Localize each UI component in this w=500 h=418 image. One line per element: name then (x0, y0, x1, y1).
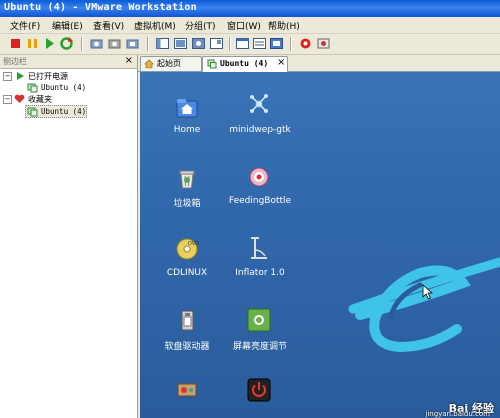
desktop-icon-label: Inflator 1.0 (235, 268, 285, 278)
sidebar-close-button[interactable]: × (125, 55, 133, 66)
reset-icon[interactable] (59, 36, 74, 51)
menu-bar: 文件(F) 编辑(E) 查看(V) 虚拟机(M) 分组(T) 窗口(W) 帮助(… (0, 17, 500, 34)
tab-home[interactable]: 起始页 (140, 56, 202, 71)
svg-text:DVD: DVD (188, 241, 199, 247)
power-off-icon[interactable] (8, 36, 23, 51)
desktop-icon-label: Home (173, 125, 201, 135)
summary-view-icon[interactable] (252, 36, 267, 51)
desktop-icon-label: 垃圾箱 (173, 199, 201, 209)
feeding-bottle-icon[interactable] (247, 165, 271, 189)
vm-icon (27, 83, 38, 93)
trash-icon[interactable] (175, 166, 199, 190)
sidebar-group-powered-on[interactable]: − 已打开电源 (0, 71, 137, 82)
vm-icon (207, 59, 217, 69)
tab-bar: 起始页 Ubuntu (4) × (138, 55, 500, 72)
power-on-icon[interactable] (42, 36, 57, 51)
cdlinux-logo (348, 257, 500, 353)
record-icon[interactable] (298, 36, 313, 51)
menu-help[interactable]: 帮助(H) (268, 19, 300, 32)
menu-vm[interactable]: 虚拟机(M) (134, 19, 176, 32)
toolbar (0, 34, 500, 55)
sidebar-group-label: 已打开电源 (28, 72, 68, 81)
heart-icon (14, 94, 25, 103)
toolbar-separator (229, 37, 231, 51)
quick-switch-icon[interactable] (173, 36, 188, 51)
revert-snapshot-icon[interactable] (107, 36, 122, 51)
toolbar-separator (290, 37, 292, 51)
show-sidebar-icon[interactable] (155, 36, 170, 51)
menu-view[interactable]: 查看(V) (93, 19, 124, 32)
toolbar-separator (81, 37, 83, 51)
inflator-icon[interactable] (247, 236, 271, 260)
snapshot-manager-icon[interactable] (125, 36, 140, 51)
toolbar-separator (147, 37, 149, 51)
window-title: Ubuntu (4) - VMware Workstation (4, 2, 197, 13)
sidebar-header: 侧边栏 × (0, 55, 137, 69)
desktop-icon-label: 软盘驱动器 (164, 342, 210, 352)
wifi-tool-icon[interactable] (247, 92, 271, 116)
sidebar-group-label: 收藏夹 (28, 95, 52, 104)
baidu-watermark-url: jingyan.baidu.com (425, 410, 490, 418)
settings-tool-icon[interactable] (175, 378, 199, 402)
unity-mode-icon[interactable] (209, 36, 224, 51)
menu-file[interactable]: 文件(F) (10, 19, 40, 32)
menu-window[interactable]: 窗口(W) (227, 19, 261, 32)
collapse-toggle[interactable]: − (3, 72, 12, 81)
snapshot-icon[interactable] (89, 36, 104, 51)
menu-group[interactable]: 分组(T) (185, 19, 216, 32)
tab-close-button[interactable]: × (277, 57, 285, 68)
collapse-toggle[interactable]: − (3, 95, 12, 104)
desktop-icon-label: minidwep-gtk (229, 125, 291, 135)
suspend-icon[interactable] (25, 36, 40, 51)
sidebar-item-label: Ubuntu (4) (41, 83, 87, 92)
sidebar: 侧边栏 × − 已打开电源 Ubuntu (4) − 收藏夹 Ubuntu (4… (0, 55, 138, 418)
power-icon[interactable] (247, 378, 271, 402)
brightness-icon[interactable] (247, 308, 271, 332)
vm-desktop[interactable]: Home 垃圾箱 DVD CDLINUX 软盘驱动器 minidwep-gtk … (140, 72, 500, 418)
appliance-view-icon[interactable] (269, 36, 284, 51)
tab-ubuntu[interactable]: Ubuntu (4) × (202, 56, 288, 72)
sidebar-item-ubuntu-powered[interactable]: Ubuntu (4) (0, 82, 137, 93)
dvd-icon[interactable]: DVD (175, 237, 199, 261)
desktop-icon-label: FeedingBottle (228, 196, 292, 206)
tab-home-label: 起始页 (157, 59, 181, 68)
title-bar: Ubuntu (4) - VMware Workstation (0, 0, 500, 17)
desktop-icon-label: 屏幕亮度调节 (232, 342, 287, 352)
desktop-icon-label: CDLINUX (166, 268, 208, 278)
floppy-drive-icon[interactable] (175, 308, 199, 332)
console-view-icon[interactable] (235, 36, 250, 51)
menu-edit[interactable]: 编辑(E) (52, 19, 83, 32)
home-folder-icon[interactable] (175, 96, 199, 120)
mouse-cursor-icon (422, 284, 434, 300)
sidebar-group-favorites[interactable]: − 收藏夹 (0, 94, 137, 105)
full-screen-icon[interactable] (191, 36, 206, 51)
tab-ubuntu-label: Ubuntu (4) (220, 59, 269, 68)
sidebar-title: 侧边栏 (3, 57, 27, 66)
vm-icon (27, 107, 38, 117)
play-icon (17, 72, 24, 80)
sidebar-item-label: Ubuntu (4) (41, 107, 87, 116)
home-icon (144, 59, 154, 69)
sidebar-item-ubuntu-favorite[interactable]: Ubuntu (4) (25, 105, 87, 118)
replay-icon[interactable] (316, 36, 331, 51)
